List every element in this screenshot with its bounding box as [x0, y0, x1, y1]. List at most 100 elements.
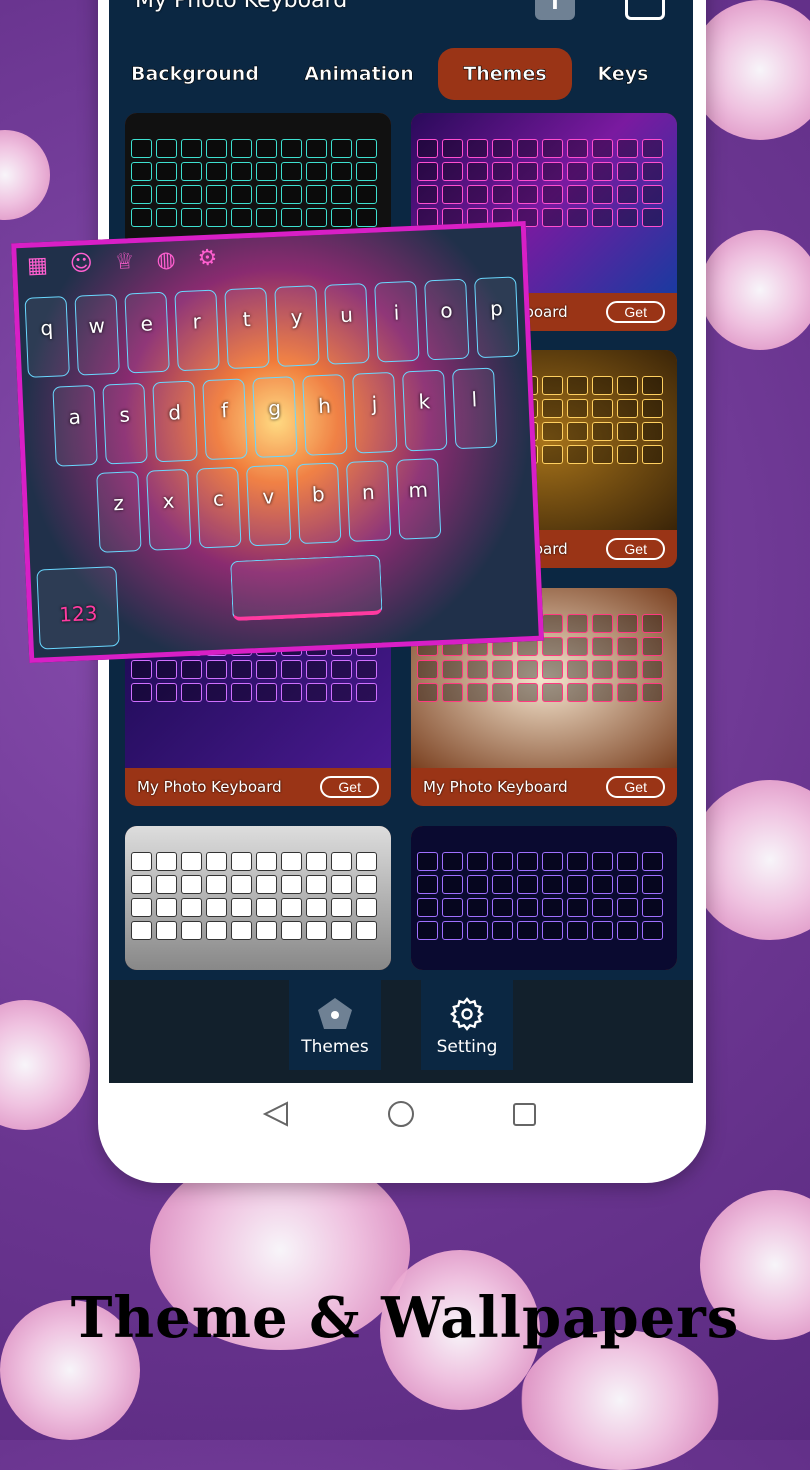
- key: [642, 660, 663, 679]
- key: [331, 162, 352, 181]
- key: [592, 139, 613, 158]
- key-h[interactable]: h: [302, 374, 348, 456]
- key: [442, 139, 463, 158]
- key: [181, 185, 202, 204]
- key-e[interactable]: e: [124, 291, 170, 374]
- key: [281, 921, 302, 940]
- key: [306, 660, 327, 679]
- key-123[interactable]: 123: [36, 566, 120, 650]
- key-s[interactable]: s: [102, 382, 148, 465]
- keyboard-preview: [125, 826, 391, 970]
- key: [567, 422, 588, 441]
- key: [306, 683, 327, 702]
- key: [592, 399, 613, 418]
- key: [331, 683, 352, 702]
- key-v[interactable]: v: [246, 464, 292, 547]
- key-m[interactable]: m: [395, 458, 442, 540]
- key-l[interactable]: l: [451, 367, 498, 450]
- key: [156, 660, 177, 679]
- key: [356, 139, 377, 158]
- theme-card[interactable]: [411, 826, 677, 970]
- key: [592, 660, 613, 679]
- key-w[interactable]: w: [74, 293, 120, 376]
- key-r[interactable]: r: [174, 289, 220, 372]
- key-q[interactable]: q: [24, 296, 70, 378]
- key-n[interactable]: n: [345, 460, 392, 542]
- key: [642, 875, 663, 894]
- key-u[interactable]: u: [324, 282, 370, 365]
- key: [492, 875, 513, 894]
- tab-background[interactable]: Background: [129, 48, 261, 100]
- key: [181, 852, 202, 871]
- key: [542, 208, 563, 227]
- key: [567, 376, 588, 395]
- get-button[interactable]: Get: [606, 301, 665, 323]
- key: [256, 185, 277, 204]
- font-icon[interactable]: T: [535, 0, 575, 20]
- featured-keyboard-preview[interactable]: ▦☺♕◍⚙ q w e r t y u i o p a s d f g h j k l z x c v b n m 123: [11, 220, 544, 664]
- key-y[interactable]: y: [274, 285, 320, 367]
- key: [592, 445, 613, 464]
- key: [442, 162, 463, 181]
- keyboard-toggle-icon[interactable]: [625, 0, 665, 20]
- key: [617, 208, 638, 227]
- key: [181, 139, 202, 158]
- tab-animation[interactable]: Animation: [299, 48, 419, 100]
- key: [206, 921, 227, 940]
- key: [517, 921, 538, 940]
- get-button[interactable]: Get: [606, 776, 665, 798]
- key-c[interactable]: c: [196, 466, 242, 549]
- get-button[interactable]: Get: [606, 538, 665, 560]
- tab-themes[interactable]: Themes: [438, 48, 572, 100]
- key: [256, 139, 277, 158]
- key: [181, 898, 202, 917]
- key-b[interactable]: b: [295, 462, 342, 545]
- key-x[interactable]: x: [146, 468, 192, 551]
- key: [231, 852, 252, 871]
- key: [156, 139, 177, 158]
- home-icon[interactable]: [388, 1101, 414, 1127]
- key: [281, 683, 302, 702]
- key: [567, 139, 588, 158]
- key: [617, 614, 638, 633]
- key-t[interactable]: t: [224, 287, 270, 370]
- key-d[interactable]: d: [152, 380, 198, 463]
- key: [642, 162, 663, 181]
- space-key[interactable]: [230, 554, 383, 622]
- key: [206, 139, 227, 158]
- key: [517, 898, 538, 917]
- key-o[interactable]: o: [424, 278, 470, 361]
- key-p[interactable]: p: [474, 276, 520, 359]
- key-g[interactable]: g: [252, 376, 298, 458]
- key: [231, 898, 252, 917]
- key-f[interactable]: f: [202, 378, 248, 461]
- key: [592, 162, 613, 181]
- key: [467, 898, 488, 917]
- key: [181, 208, 202, 227]
- get-button[interactable]: Get: [320, 776, 379, 798]
- key: [642, 185, 663, 204]
- key: [331, 185, 352, 204]
- key: [206, 852, 227, 871]
- key: [231, 139, 252, 158]
- key-k[interactable]: k: [402, 369, 448, 452]
- key-j[interactable]: j: [352, 371, 398, 454]
- key: [617, 898, 638, 917]
- back-icon[interactable]: [262, 1101, 288, 1127]
- promo-caption: Theme & Wallpapers: [70, 1285, 740, 1351]
- key: [592, 614, 613, 633]
- theme-card[interactable]: [125, 826, 391, 970]
- key: [492, 683, 513, 702]
- key-z[interactable]: z: [96, 471, 142, 553]
- nav-setting[interactable]: Setting: [421, 980, 513, 1070]
- key: [306, 852, 327, 871]
- key-i[interactable]: i: [374, 280, 420, 363]
- key-a[interactable]: a: [52, 384, 98, 467]
- tab-keys[interactable]: Keys: [593, 48, 653, 100]
- nav-themes[interactable]: Themes: [289, 980, 381, 1070]
- key: [281, 852, 302, 871]
- key: [642, 422, 663, 441]
- recents-icon[interactable]: [513, 1103, 536, 1126]
- key: [306, 162, 327, 181]
- key: [567, 852, 588, 871]
